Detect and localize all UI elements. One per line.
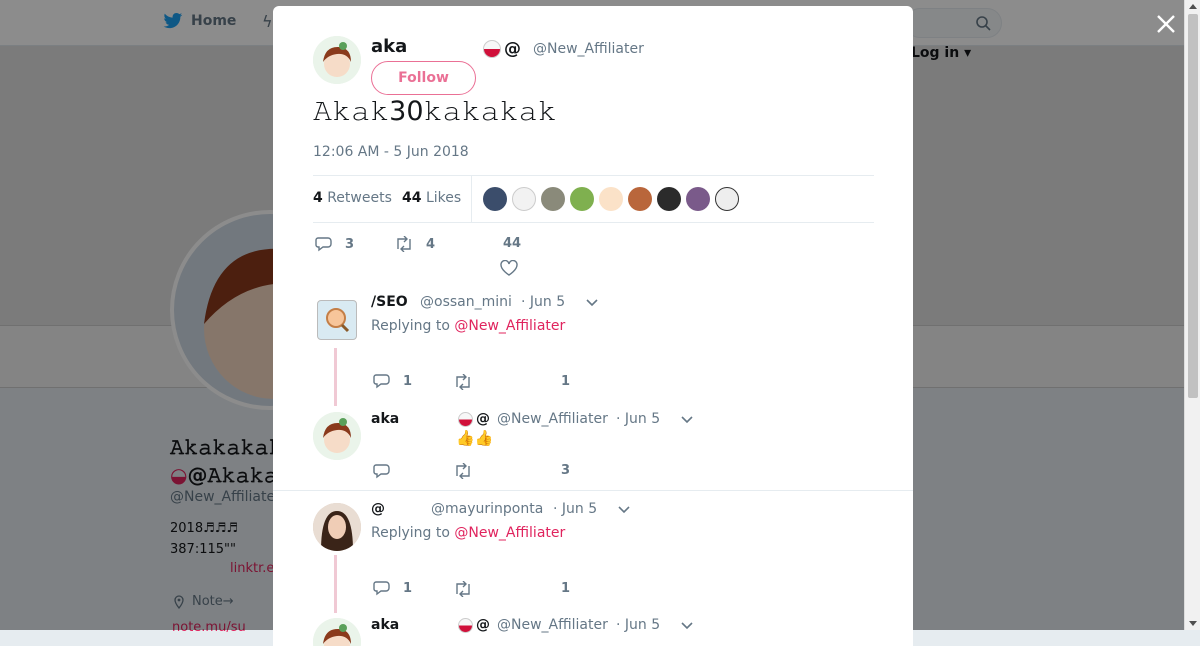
reply-date[interactable]: · Jun 5 [616, 411, 660, 427]
liker-avatar[interactable] [483, 187, 507, 211]
reply-author-handle[interactable]: @New_Affiliater [497, 411, 608, 427]
reply-avatar[interactable] [313, 618, 361, 646]
replying-to-link[interactable]: @New_Affiliater [454, 318, 565, 334]
reply-date[interactable]: · Jun 5 [553, 501, 597, 517]
tweet-stats: 4 Retweets 44 Likes [313, 175, 874, 223]
liker-avatar[interactable] [599, 187, 623, 211]
reply-icon [315, 237, 332, 252]
retweet-icon[interactable] [453, 581, 473, 597]
stats-divider [471, 176, 472, 222]
author-name[interactable]: aka [371, 36, 407, 57]
liker-avatar[interactable] [686, 187, 710, 211]
reply-action[interactable]: 1 [373, 580, 412, 596]
reply-author-handle[interactable]: @mayurinponta [431, 501, 543, 517]
liker-avatar[interactable] [541, 187, 565, 211]
liker-avatar[interactable] [512, 187, 536, 211]
replying-to-link[interactable]: @New_Affiliater [454, 525, 565, 541]
liker-avatar[interactable] [570, 187, 594, 211]
reply-author-name[interactable]: /SEO [371, 294, 408, 310]
reply-avatar[interactable] [313, 412, 361, 460]
reply-author-name[interactable]: @ [371, 501, 385, 517]
reply-text: 👍👍 [456, 429, 494, 447]
author-handle[interactable]: @New_Affiliater [533, 41, 644, 57]
tweet-permalink-modal: aka @ @New_Affiliater Follow 𝙰𝚔𝚊𝚔30𝚔𝚊𝚔𝚊𝚔… [273, 6, 913, 646]
retweet-icon [397, 236, 411, 252]
follow-button[interactable]: Follow [371, 61, 476, 95]
thread-line [334, 348, 337, 406]
reply-author-handle[interactable]: @New_Affiliater [497, 617, 608, 633]
rice-bowl-icon [458, 411, 473, 427]
like-count: 44 [503, 236, 522, 251]
reply-author-name[interactable]: aka [371, 411, 399, 427]
author-avatar[interactable] [313, 36, 361, 84]
rice-bowl-icon [458, 617, 473, 633]
chevron-down-icon[interactable] [617, 505, 631, 515]
like-count: 3 [561, 463, 571, 478]
reply-action[interactable]: 3 [315, 236, 354, 252]
reply-date[interactable]: · Jun 5 [616, 617, 660, 633]
thread-line [334, 555, 337, 613]
chevron-down-icon[interactable] [680, 415, 694, 425]
reply-avatar[interactable] [317, 300, 357, 340]
reply-separator [273, 490, 913, 491]
reply-emoji-at: @ [458, 617, 490, 633]
retweet-icon[interactable] [453, 374, 473, 390]
retweet-icon[interactable] [453, 463, 473, 479]
replying-to: Replying to @New_Affiliater [371, 525, 566, 541]
heart-icon[interactable] [500, 260, 518, 276]
scroll-down-arrow-icon[interactable] [1189, 621, 1197, 626]
like-count: 1 [561, 374, 571, 389]
scroll-up-arrow-icon[interactable] [1189, 4, 1197, 9]
liker-avatar[interactable] [628, 187, 652, 211]
page-scrollbar[interactable] [1184, 0, 1200, 630]
tweet-text: 𝙰𝚔𝚊𝚔30𝚔𝚊𝚔𝚊𝚔𝚊𝚔 [313, 96, 557, 127]
liker-avatar[interactable] [657, 187, 681, 211]
reply-icon [373, 581, 390, 596]
rice-bowl-icon [483, 40, 501, 58]
reply-author-handle[interactable]: @ossan_mini [420, 294, 512, 310]
close-icon[interactable] [1154, 12, 1178, 36]
reply-avatar[interactable] [313, 503, 361, 551]
author-emoji-at: @ [483, 39, 521, 59]
chevron-down-icon[interactable] [585, 298, 599, 308]
reply-action[interactable]: 1 [373, 373, 412, 389]
tweet-timestamp[interactable]: 12:06 AM - 5 Jun 2018 [313, 144, 469, 160]
likes-stat[interactable]: 44 Likes [402, 190, 461, 206]
reply-author-name[interactable]: aka [371, 617, 399, 633]
retweet-action[interactable]: 4 [394, 236, 435, 252]
reply-date[interactable]: · Jun 5 [521, 294, 565, 310]
scrollbar-thumb[interactable] [1188, 14, 1198, 398]
liker-avatar[interactable] [715, 187, 739, 211]
like-count: 1 [561, 581, 571, 596]
reply-icon[interactable] [373, 463, 391, 479]
reply-emoji-at: @ [458, 411, 490, 427]
reply-icon [373, 374, 390, 389]
replying-to: Replying to @New_Affiliater [371, 318, 566, 334]
retweets-stat[interactable]: 4 Retweets [313, 190, 392, 206]
